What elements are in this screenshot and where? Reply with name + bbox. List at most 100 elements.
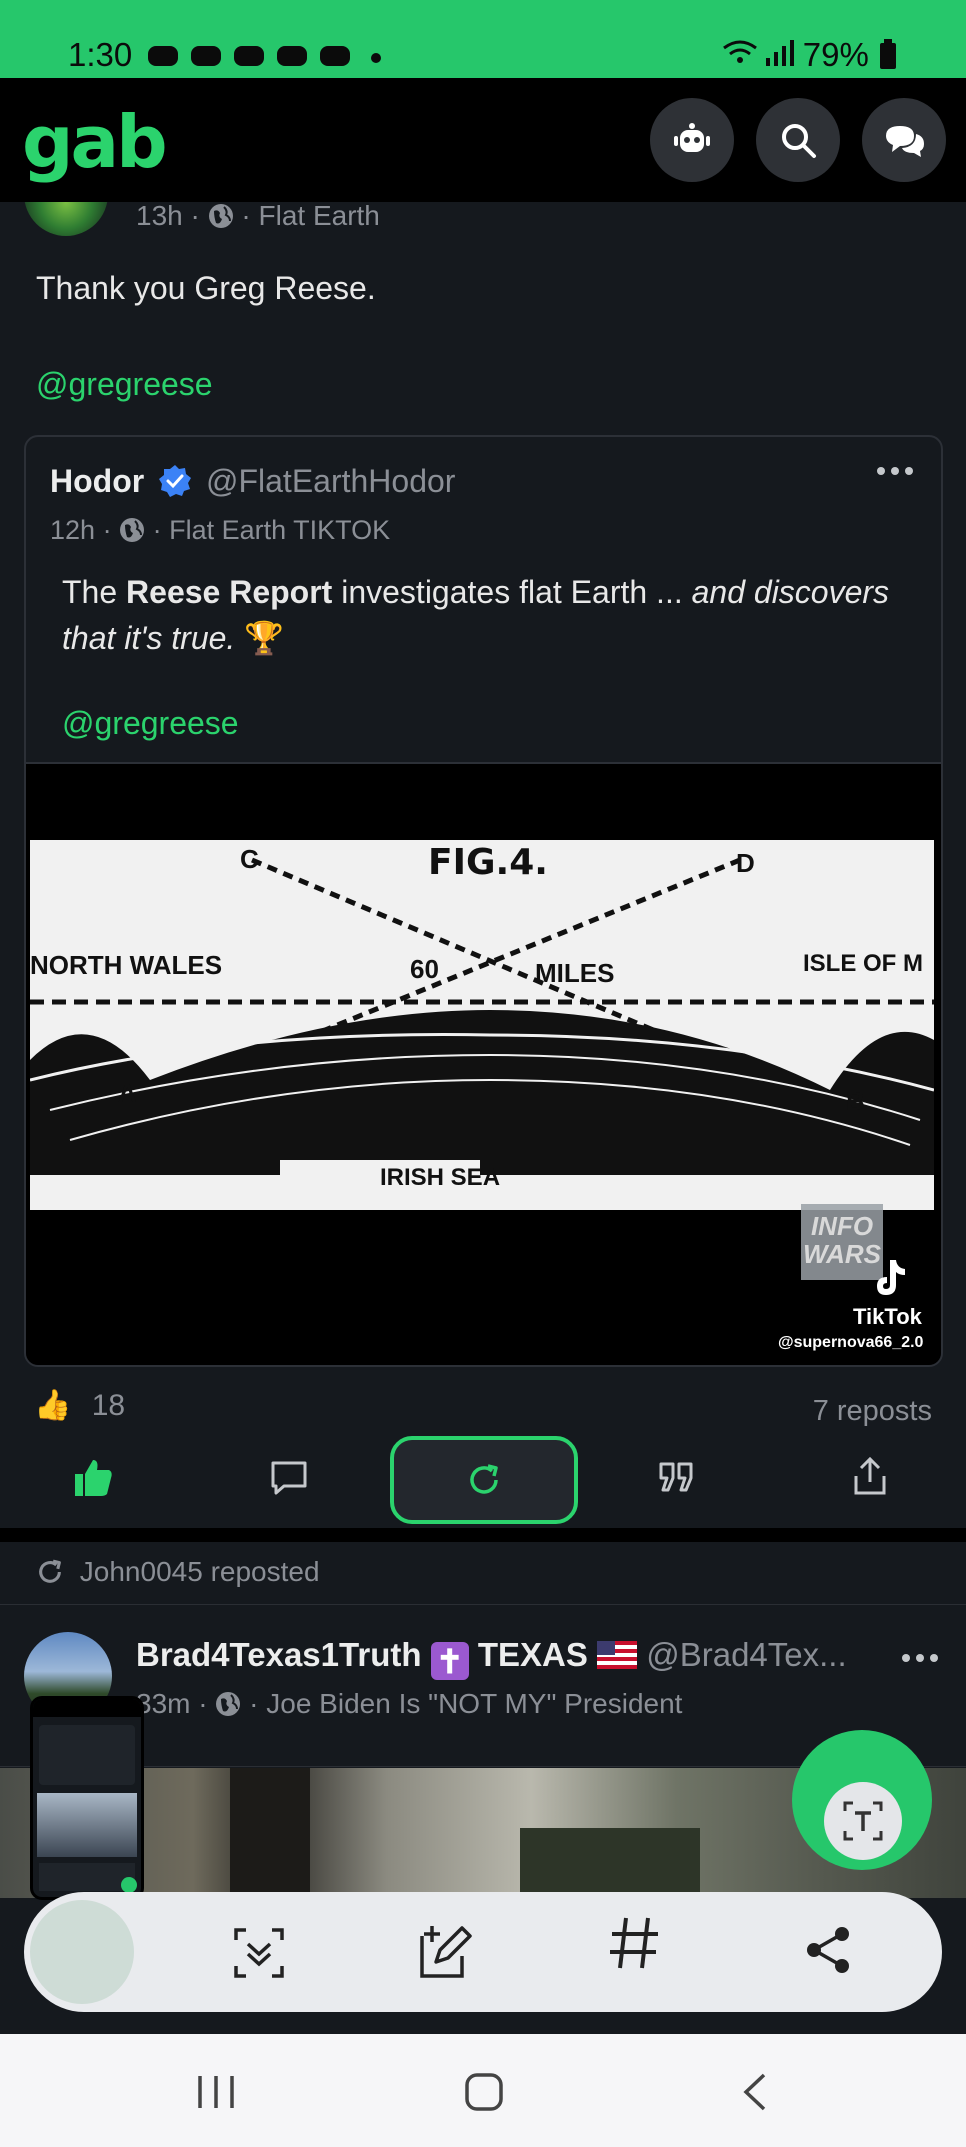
recents-icon [198, 2076, 234, 2108]
gab-logo[interactable]: gab [22, 100, 168, 184]
home-thumbnail-button[interactable] [30, 1900, 134, 2004]
quoted-author-handle[interactable]: @FlatEarthHodor [206, 463, 455, 499]
back-button[interactable] [740, 2072, 770, 2117]
post-text: Thank you Greg Reese. [36, 270, 376, 306]
screenshot-preview[interactable] [30, 1696, 144, 1900]
next-post-handle[interactable]: @Brad4Tex... [646, 1636, 846, 1673]
figure-title: FIG.4. [428, 842, 548, 883]
hashtag-icon [610, 1917, 658, 1969]
verified-badge-icon [159, 465, 192, 497]
trophy-emoji: 🏆 [244, 620, 285, 656]
share-button[interactable] [852, 1456, 888, 1501]
post-avatar[interactable] [24, 202, 114, 236]
figure-sea-label: IRISH SEA [380, 1164, 501, 1191]
shrub-shape [520, 1828, 700, 1898]
reposts-count[interactable]: 7 reposts [813, 1395, 932, 1428]
search-icon [782, 124, 816, 158]
next-post-group[interactable]: Joe Biden Is "NOT MY" President [266, 1688, 682, 1719]
quoted-more-button[interactable] [875, 461, 915, 486]
draw-edit-button[interactable] [418, 1922, 476, 1985]
back-chevron-icon [743, 2073, 766, 2111]
notification-icons [148, 40, 388, 77]
recents-button[interactable] [196, 2074, 236, 2115]
figure-distance-number: 60 [410, 954, 439, 984]
figure-right-place: ISLE OF M [803, 950, 923, 977]
screenshot-toolbar [24, 1892, 942, 2012]
watermark-line: INFO [810, 1211, 874, 1241]
compose-fab[interactable] [792, 1730, 932, 1870]
wifi-signal-icon [722, 40, 794, 66]
next-post-badge-text: TEXAS [477, 1636, 588, 1673]
tiktok-logo-icon [872, 1258, 908, 1303]
share-icon [807, 1927, 849, 1973]
post-time[interactable]: 13h [136, 200, 183, 231]
post-meta: 13h · · Flat Earth [136, 200, 380, 231]
status-time: 1:30 [68, 36, 133, 73]
reaction-summary[interactable]: 👍 18 [34, 1388, 125, 1423]
quoted-text-bold: Reese Report [126, 574, 333, 610]
comment-button[interactable] [270, 1460, 308, 1501]
reactions-count: 18 [91, 1389, 126, 1422]
next-post-author-line: Brad4Texas1Truth ✝ TEXAS @Brad4Tex... [136, 1636, 847, 1680]
figure-label-c: C [240, 844, 259, 874]
quoted-time[interactable]: 12h [50, 515, 95, 545]
figure-illustration [30, 857, 934, 1210]
like-button[interactable] [73, 1458, 113, 1503]
more-horizontal-icon [877, 467, 913, 475]
draw-edit-icon [420, 1926, 472, 1978]
scroll-capture-icon [234, 1928, 284, 1978]
quoted-author-name[interactable]: Hodor [50, 463, 144, 499]
post-group[interactable]: Flat Earth [259, 200, 380, 231]
quoted-text-part: The [62, 574, 127, 610]
home-button[interactable] [464, 2072, 504, 2117]
watermark-line: WARS [803, 1239, 881, 1269]
home-icon [465, 2073, 503, 2111]
battery-icon [880, 39, 896, 69]
quoted-text-part: investigates flat Earth ... [332, 574, 692, 610]
hashtag-button[interactable] [608, 1914, 662, 1987]
scroll-capture-button[interactable] [232, 1926, 286, 1985]
comment-icon [271, 1461, 307, 1495]
repost-button[interactable] [390, 1436, 578, 1524]
quote-icon [659, 1462, 693, 1492]
thumbs-up-icon [75, 1460, 112, 1496]
quote-button[interactable] [658, 1460, 696, 1501]
battery-percent: 79% [802, 36, 869, 73]
infowars-watermark: INFO WARS [801, 1204, 883, 1280]
post-separator [0, 1528, 966, 1542]
upload-share-icon [854, 1456, 886, 1495]
text-recognition-button[interactable] [824, 1782, 902, 1860]
text-scan-icon [843, 1801, 883, 1841]
figure-label-d: D [736, 848, 755, 878]
post-mention-link[interactable]: @gregreese [36, 366, 213, 403]
next-post-author[interactable]: Brad4Texas1Truth [136, 1636, 422, 1673]
tiktok-label: TikTok [853, 1304, 922, 1329]
next-post-meta: 33m · · Joe Biden Is "NOT MY" President [136, 1688, 683, 1719]
quoted-mention-link[interactable]: @gregreese [62, 705, 239, 742]
figure-label-a: A [118, 1078, 137, 1108]
cross-emoji-icon: ✝ [430, 1642, 469, 1680]
figure-label-b: B [846, 1086, 865, 1116]
robot-icon [674, 123, 710, 152]
next-post-more-button[interactable] [900, 1648, 940, 1673]
video-thumbnail[interactable]: FIG.4. C D NORTH WALES 60 MILES ISLE OF … [26, 762, 941, 1365]
globe-icon [208, 204, 233, 228]
app-header: gab [0, 78, 966, 202]
quoted-meta: 12h · · Flat Earth TIKTOK [50, 515, 391, 545]
figure-left-place: NORTH WALES [30, 950, 223, 980]
bot-button[interactable] [650, 98, 734, 182]
chat-button[interactable] [862, 98, 946, 182]
figure-distance-unit: MILES [535, 958, 615, 988]
status-bar: 1:30 79% [0, 0, 966, 78]
repost-notice-text[interactable]: John0045 reposted [80, 1556, 320, 1587]
quoted-group[interactable]: Flat Earth TIKTOK [169, 515, 390, 545]
tree-trunk-shape [230, 1768, 310, 1898]
quoted-post-card[interactable]: Hodor @FlatEarthHodor 12h · · Flat Earth… [24, 435, 943, 1367]
share-screenshot-button[interactable] [802, 1924, 854, 1981]
more-horizontal-icon [902, 1654, 938, 1662]
thumbs-up-emoji-icon: 👍 [34, 1389, 72, 1422]
quoted-author-line: Hodor @FlatEarthHodor [50, 463, 455, 500]
search-button[interactable] [756, 98, 840, 182]
next-post-time[interactable]: 33m [136, 1688, 190, 1719]
quoted-text: The Reese Report investigates flat Earth… [62, 569, 902, 661]
